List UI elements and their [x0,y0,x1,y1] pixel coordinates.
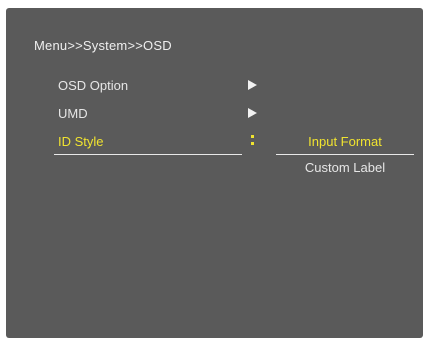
menu-item-osd-option[interactable]: OSD Option [58,78,248,93]
option-custom-label[interactable]: Custom Label [274,160,416,175]
colon-icon [251,135,255,147]
osd-screen: Menu>>System>>OSD OSD Option UMD ID Styl… [6,8,423,338]
menu-item-id-style[interactable]: ID Style [58,134,248,149]
selection-underline [54,154,242,155]
option-input-format[interactable]: Input Format [274,134,416,149]
right-arrow-icon [248,80,257,90]
menu-item-umd[interactable]: UMD [58,106,248,121]
breadcrumb: Menu>>System>>OSD [34,38,172,53]
option-underline [276,154,414,155]
right-arrow-icon [248,108,257,118]
